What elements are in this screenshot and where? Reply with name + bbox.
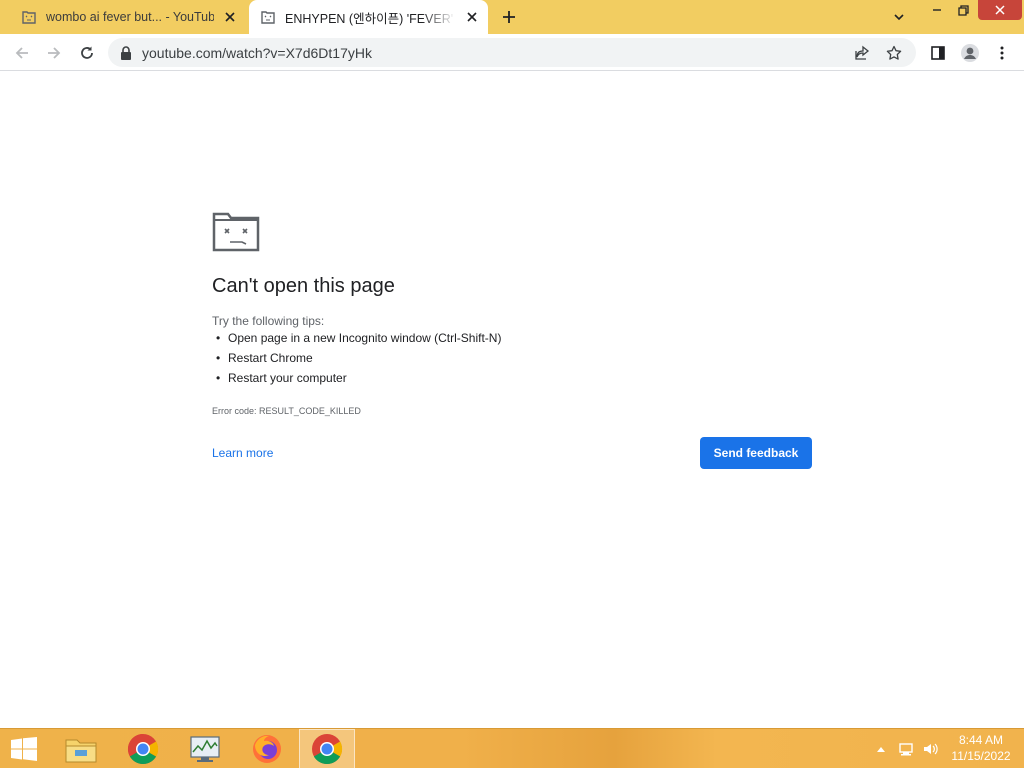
taskbar-app-firefox[interactable]: [239, 729, 295, 769]
chevron-down-icon: [894, 14, 904, 21]
taskbar-app-file-explorer[interactable]: [53, 729, 109, 769]
browser-toolbar: youtube.com/watch?v=X7d6Dt17yHk: [0, 34, 1024, 71]
clock-time: 8:44 AM: [958, 733, 1004, 747]
taskbar-app-resource-monitor[interactable]: [177, 729, 233, 769]
tab-title: ENHYPEN (엔하이픈) 'FEVER' Offi: [285, 11, 456, 26]
side-panel-icon: [931, 46, 945, 60]
reload-button[interactable]: [75, 41, 99, 65]
chevron-up-icon: [877, 747, 885, 752]
close-icon[interactable]: [462, 7, 482, 27]
list-item: • Restart your computer: [216, 370, 501, 390]
tip-text: Open page in a new Incognito window (Ctr…: [228, 331, 502, 345]
system-clock[interactable]: 8:44 AM 11/15/2022: [944, 732, 1018, 764]
speaker-icon: [924, 743, 938, 755]
sad-tab-icon: [261, 11, 275, 24]
new-tab-button[interactable]: [498, 6, 520, 28]
send-feedback-button[interactable]: Send feedback: [700, 437, 812, 469]
tab-search-button[interactable]: [890, 8, 908, 26]
tab-wombo[interactable]: wombo ai fever but... - YouTube: [10, 0, 246, 34]
arrow-right-icon: [48, 47, 61, 59]
restore-button[interactable]: [952, 0, 974, 20]
plus-icon: [503, 11, 515, 23]
taskbar-app-chrome-active[interactable]: [299, 729, 355, 769]
chrome-icon: [312, 734, 343, 765]
error-heading: Can't open this page: [212, 275, 395, 297]
minimize-button[interactable]: [926, 0, 948, 20]
minimize-icon: [933, 9, 941, 11]
file-explorer-icon: [65, 739, 97, 763]
back-button[interactable]: [10, 41, 34, 65]
menu-button[interactable]: [990, 41, 1014, 65]
tab-strip: wombo ai fever but... - YouTube ENHYPEN …: [0, 0, 1024, 34]
tip-text: Restart your computer: [228, 371, 347, 385]
error-page: Can't open this page Try the following t…: [0, 72, 1024, 728]
clock-date: 11/15/2022: [951, 749, 1011, 763]
restore-icon: [957, 4, 969, 16]
star-icon[interactable]: [884, 43, 904, 63]
lock-icon[interactable]: [120, 45, 132, 60]
network-tray[interactable]: [896, 729, 916, 769]
tab-title: wombo ai fever but... - YouTube: [46, 10, 214, 24]
volume-tray[interactable]: [920, 729, 940, 769]
windows-start-icon[interactable]: [10, 737, 38, 761]
share-icon[interactable]: [852, 43, 872, 63]
firefox-icon: [253, 735, 281, 763]
close-icon: [995, 5, 1005, 15]
network-icon: [899, 743, 913, 756]
error-code: Error code: RESULT_CODE_KILLED: [212, 406, 361, 416]
list-item: • Restart Chrome: [216, 350, 501, 370]
arrow-left-icon: [15, 47, 28, 59]
more-vert-icon: [1000, 46, 1004, 60]
resource-monitor-icon: [190, 736, 220, 762]
learn-more-link[interactable]: Learn more: [212, 446, 273, 460]
tips-list: • Open page in a new Incognito window (Ct…: [216, 330, 501, 390]
sad-tab-icon: [22, 11, 36, 24]
tip-text: Restart Chrome: [228, 351, 313, 365]
forward-button[interactable]: [42, 41, 66, 65]
side-panel-button[interactable]: [926, 41, 950, 65]
url-text[interactable]: youtube.com/watch?v=X7d6Dt17yHk: [142, 45, 852, 61]
address-bar[interactable]: youtube.com/watch?v=X7d6Dt17yHk: [108, 38, 916, 67]
tips-intro: Try the following tips:: [212, 314, 325, 328]
tab-enhypen[interactable]: ENHYPEN (엔하이픈) 'FEVER' Offi: [249, 0, 488, 34]
taskbar-app-chrome[interactable]: [115, 729, 171, 769]
avatar-icon: [961, 44, 979, 62]
taskbar: 8:44 AM 11/15/2022: [0, 728, 1024, 769]
sad-folder-icon: [212, 212, 260, 252]
reload-icon: [81, 46, 93, 59]
profile-button[interactable]: [958, 41, 982, 65]
window-close-button[interactable]: [978, 0, 1022, 20]
close-icon[interactable]: [220, 7, 240, 27]
chrome-icon: [127, 734, 159, 765]
show-hidden-icons-button[interactable]: [874, 729, 888, 769]
list-item: • Open page in a new Incognito window (Ct…: [216, 330, 501, 350]
